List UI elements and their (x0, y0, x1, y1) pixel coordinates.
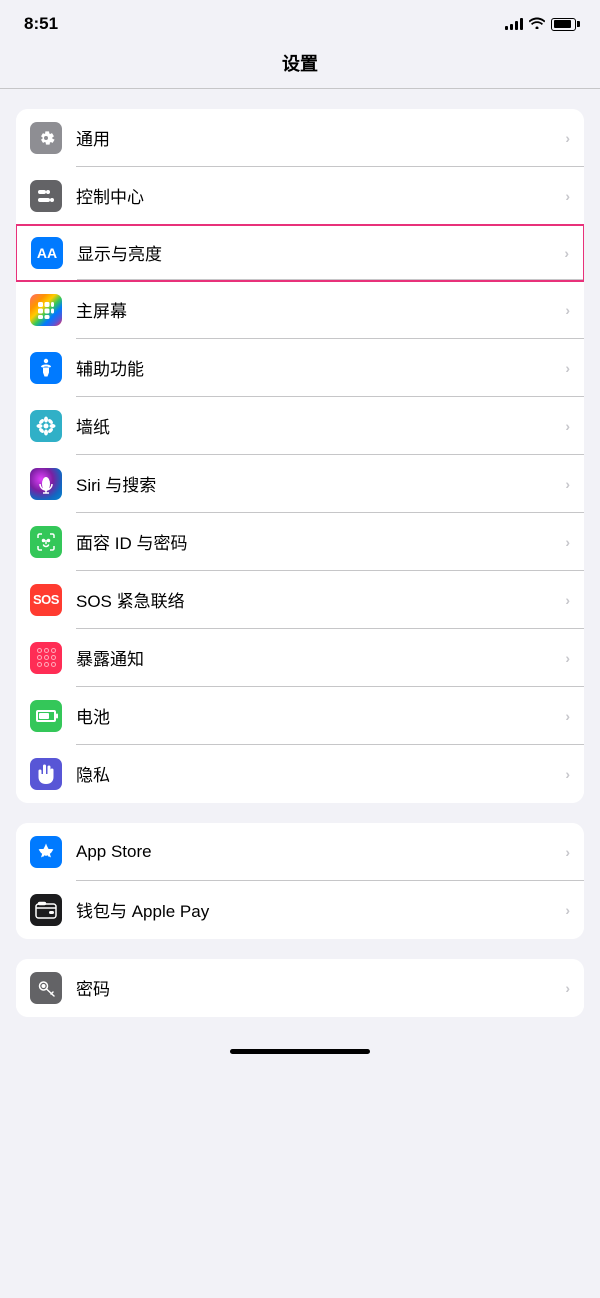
status-icons (505, 16, 576, 32)
chevron-icon: › (565, 844, 570, 860)
wallet-label: 钱包与 Apple Pay (76, 897, 565, 922)
page-title: 设置 (0, 42, 600, 88)
chevron-icon: › (565, 650, 570, 666)
siri-label: Siri 与搜索 (76, 471, 565, 496)
sidebar-item-passwords[interactable]: 密码 › (16, 959, 584, 1017)
home-screen-label: 主屏幕 (76, 297, 565, 322)
sos-label: SOS 紧急联络 (76, 587, 565, 612)
hand-icon (30, 758, 62, 790)
flower-icon (30, 410, 62, 442)
wifi-icon (529, 16, 545, 32)
passwords-label: 密码 (76, 975, 565, 1000)
accessibility-label: 辅助功能 (76, 355, 565, 380)
sos-icon: SOS (30, 584, 62, 616)
chevron-icon: › (565, 476, 570, 492)
home-bar (230, 1049, 370, 1054)
sidebar-item-battery[interactable]: 电池 › (16, 687, 584, 745)
sidebar-item-privacy[interactable]: 隐私 › (16, 745, 584, 803)
chevron-icon: › (565, 980, 570, 996)
siri-icon (30, 468, 62, 500)
signal-icon (505, 18, 523, 30)
chevron-icon: › (565, 592, 570, 608)
exposure-icon (30, 642, 62, 674)
title-divider (0, 88, 600, 89)
app-store-label: App Store (76, 842, 565, 862)
status-time: 8:51 (24, 14, 58, 34)
chevron-icon: › (565, 902, 570, 918)
toggles-icon (30, 180, 62, 212)
wallet-icon (30, 894, 62, 926)
sidebar-item-app-store[interactable]: App Store › (16, 823, 584, 881)
sidebar-item-sos[interactable]: SOS SOS 紧急联络 › (16, 571, 584, 629)
gear-icon (30, 122, 62, 154)
key-icon (30, 972, 62, 1004)
exposure-label: 暴露通知 (76, 645, 565, 670)
chevron-icon: › (565, 418, 570, 434)
privacy-label: 隐私 (76, 761, 565, 786)
chevron-icon: › (565, 130, 570, 146)
chevron-icon: › (565, 360, 570, 376)
sidebar-item-siri[interactable]: Siri 与搜索 › (16, 455, 584, 513)
sidebar-item-face-id[interactable]: 面容 ID 与密码 › (16, 513, 584, 571)
control-center-label: 控制中心 (76, 183, 565, 208)
settings-group-3: 密码 › (16, 959, 584, 1017)
sidebar-item-wallet[interactable]: 钱包与 Apple Pay › (16, 881, 584, 939)
chevron-icon: › (565, 534, 570, 550)
aa-icon: AA (31, 237, 63, 269)
face-id-label: 面容 ID 与密码 (76, 529, 565, 554)
battery-label: 电池 (76, 703, 565, 728)
general-label: 通用 (76, 125, 565, 150)
display-label: 显示与亮度 (77, 240, 564, 265)
sidebar-item-exposure[interactable]: 暴露通知 › (16, 629, 584, 687)
chevron-icon: › (565, 708, 570, 724)
chevron-icon: › (565, 302, 570, 318)
sidebar-item-control-center[interactable]: 控制中心 › (16, 167, 584, 225)
chevron-icon: › (564, 245, 569, 261)
sidebar-item-general[interactable]: 通用 › (16, 109, 584, 167)
home-indicator (0, 1033, 600, 1062)
face-id-icon (30, 526, 62, 558)
status-bar: 8:51 (0, 0, 600, 42)
appstore-icon (30, 836, 62, 868)
chevron-icon: › (565, 188, 570, 204)
grid-icon (30, 294, 62, 326)
sidebar-item-accessibility[interactable]: 辅助功能 › (16, 339, 584, 397)
settings-group-2: App Store › 钱包与 Apple Pay › (16, 823, 584, 939)
battery-settings-icon (30, 700, 62, 732)
settings-group-1: 通用 › 控制中心 › AA 显示与亮度 › (16, 109, 584, 803)
chevron-icon: › (565, 766, 570, 782)
accessibility-icon (30, 352, 62, 384)
sidebar-item-wallpaper[interactable]: 墙纸 › (16, 397, 584, 455)
battery-icon (551, 18, 576, 31)
wallpaper-label: 墙纸 (76, 413, 565, 438)
sidebar-item-home-screen[interactable]: 主屏幕 › (16, 281, 584, 339)
sidebar-item-display[interactable]: AA 显示与亮度 › (16, 224, 584, 282)
